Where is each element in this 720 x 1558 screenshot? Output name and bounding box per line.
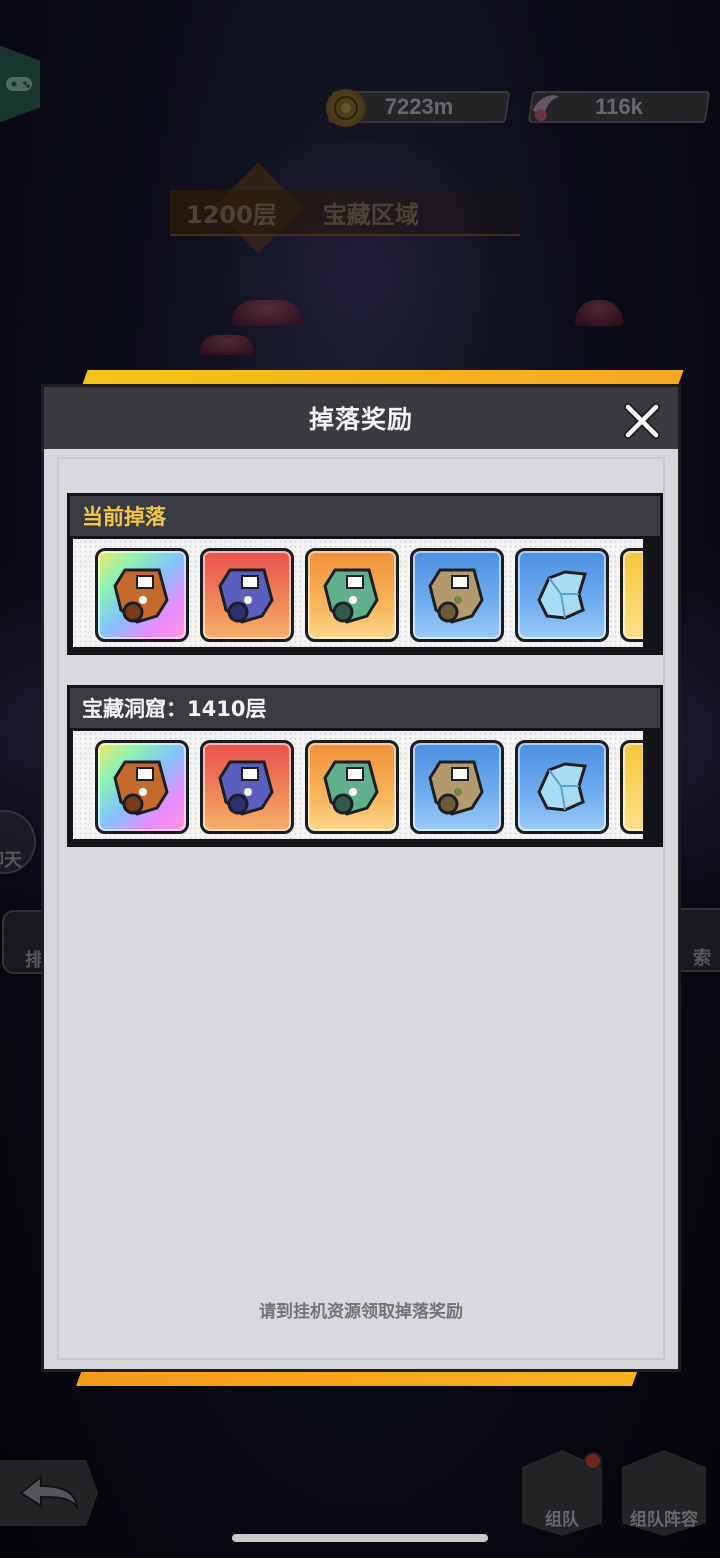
drop-item[interactable] (515, 740, 609, 834)
cloak-scroll-icon (113, 760, 169, 816)
current-drops-panel: 当前掉落 (67, 493, 663, 655)
cloak-scroll-icon (428, 760, 484, 816)
drop-item[interactable] (95, 548, 189, 642)
treasure-cave-list (73, 731, 643, 839)
drop-rewards-modal: 掉落奖励 当前掉落 宝藏洞窟：1410层 请到挂机资源领取掉落奖励 (41, 384, 681, 1372)
drop-item[interactable] (305, 740, 399, 834)
treasure-cave-heading: 宝藏洞窟：1410层 (70, 688, 660, 728)
gold-item-icon (632, 560, 643, 630)
cloak-scroll-icon (323, 760, 379, 816)
close-x-icon (624, 403, 660, 439)
drop-item[interactable] (95, 740, 189, 834)
drop-item[interactable] (200, 548, 294, 642)
cloak-scroll-icon (428, 568, 484, 624)
claim-hint-text: 请到挂机资源领取掉落奖励 (259, 1302, 463, 1322)
modal-header: 掉落奖励 (44, 387, 678, 449)
home-indicator[interactable] (232, 1534, 488, 1542)
crystal-shard-icon (537, 762, 587, 812)
cloak-scroll-icon (218, 760, 274, 816)
drop-item[interactable] (410, 548, 504, 642)
close-button[interactable] (622, 401, 662, 441)
gold-item-icon (632, 752, 643, 822)
cloak-scroll-icon (323, 568, 379, 624)
current-drops-heading: 当前掉落 (70, 496, 660, 536)
modal-body: 当前掉落 宝藏洞窟：1410层 请到挂机资源领取掉落奖励 (57, 457, 665, 1360)
drop-item[interactable] (515, 548, 609, 642)
cloak-scroll-icon (218, 568, 274, 624)
modal-title: 掉落奖励 (308, 405, 413, 434)
crystal-shard-icon (537, 570, 587, 620)
drop-item[interactable] (620, 548, 643, 642)
current-drops-list (73, 539, 643, 647)
drop-item[interactable] (305, 548, 399, 642)
drop-item[interactable] (410, 740, 504, 834)
drop-item[interactable] (200, 740, 294, 834)
drop-item[interactable] (620, 740, 643, 834)
treasure-cave-panel: 宝藏洞窟：1410层 (67, 685, 663, 847)
cloak-scroll-icon (113, 568, 169, 624)
